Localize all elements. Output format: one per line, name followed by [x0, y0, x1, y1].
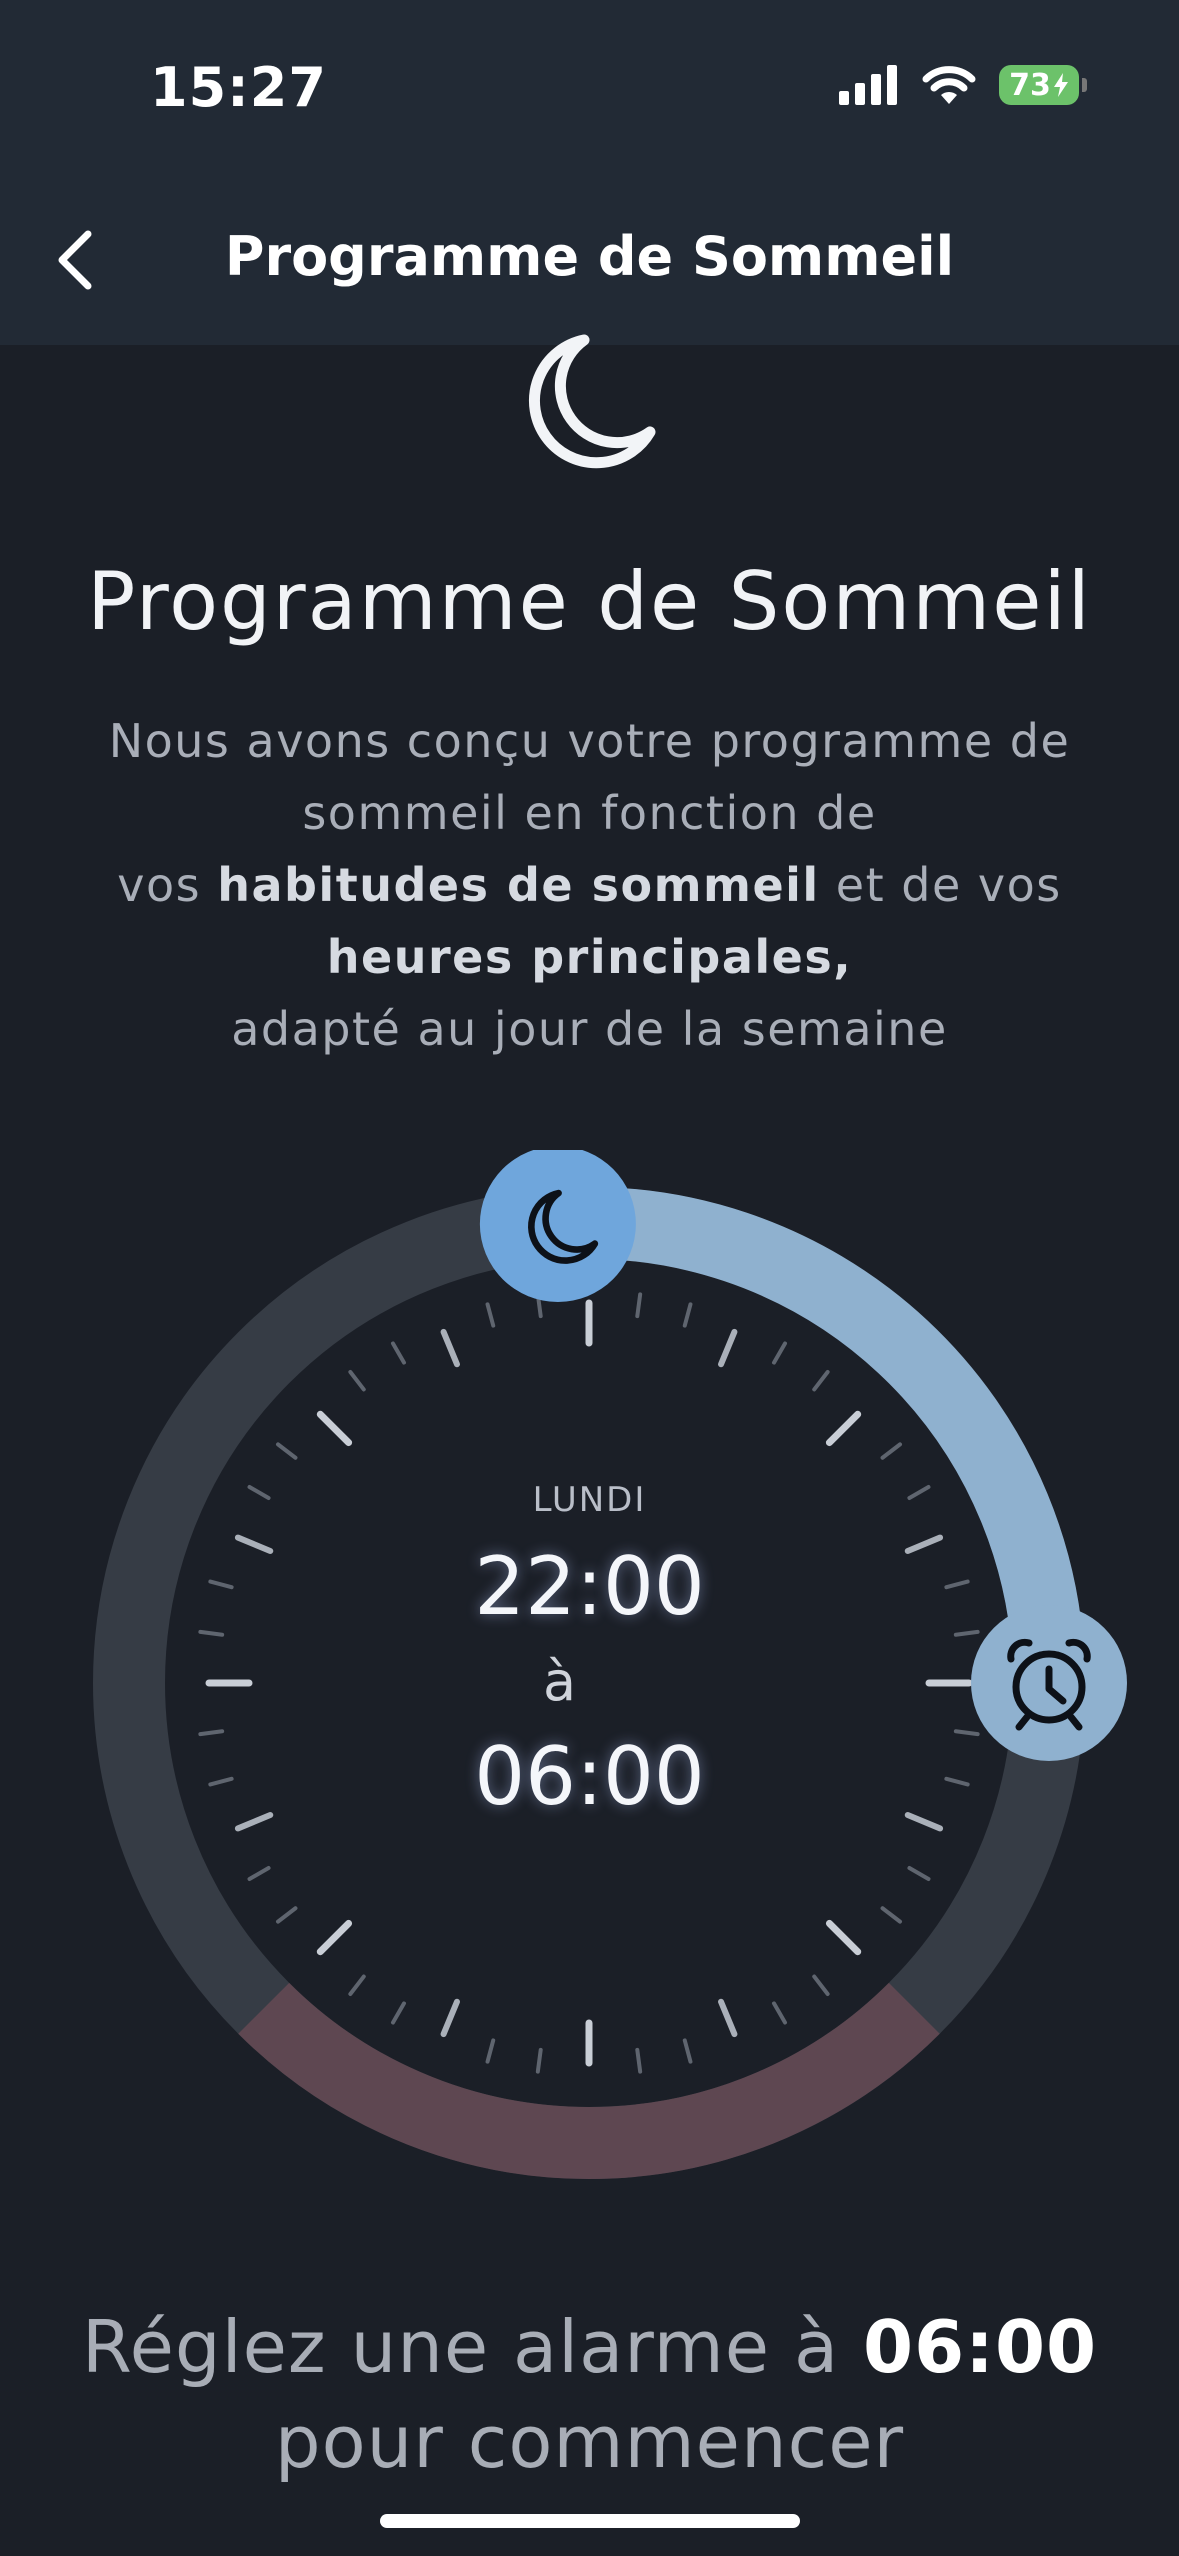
description-highlight: habitudes de sommeil — [217, 858, 820, 912]
dial-tick — [772, 1341, 787, 1365]
dial-tick — [718, 1328, 738, 1368]
time-separator: à — [542, 1650, 577, 1713]
dial-tick — [682, 2038, 693, 2064]
dial-tick — [635, 1292, 643, 1319]
dial-tick — [485, 1302, 496, 1328]
dial-tick — [825, 1410, 862, 1447]
alarm-instruction-text: Réglez une alarme à — [81, 2305, 863, 2389]
nav-title: Programme de Sommeil — [224, 225, 955, 288]
dial-tick — [635, 2047, 643, 2074]
description-text: et de vos — [819, 858, 1062, 912]
dial-tick — [718, 1998, 738, 2038]
screen: 15:27 73 Programme de Sommeil Programme … — [0, 0, 1179, 2556]
description-text: vos — [117, 858, 218, 912]
description-line: adapté au jour de la semaine — [231, 1002, 948, 1056]
day-label: LUNDI — [532, 1480, 647, 1520]
alarm-instruction: Réglez une alarme à 06:00 — [0, 2305, 1179, 2389]
dial-tick — [812, 1974, 830, 1996]
description-line: Nous avons conçu votre programme de — [108, 714, 1071, 768]
dial-tick — [812, 1370, 830, 1392]
top-bar: 15:27 73 Programme de Sommeil — [0, 0, 1179, 345]
dial-tick — [907, 1866, 931, 1881]
description-line: heures principales, — [60, 921, 1119, 993]
dial-tick — [348, 1370, 366, 1392]
dial-tick — [316, 1919, 353, 1956]
dial-tick — [772, 2001, 787, 2025]
dial-tick — [682, 1302, 693, 1328]
dial-tick — [276, 1442, 298, 1460]
bedtime-value: 22:00 — [474, 1540, 705, 1633]
battery-level: 73 — [1009, 67, 1051, 103]
dial-tick — [825, 1919, 862, 1956]
home-indicator[interactable] — [380, 2514, 800, 2528]
description-line: sommeil en fonction de — [302, 786, 877, 840]
dial-tick — [276, 1906, 298, 1924]
dial-tick — [440, 1328, 460, 1368]
wifi-icon — [922, 66, 976, 104]
dial-tick — [348, 1974, 366, 1996]
battery-tip — [1082, 78, 1087, 92]
description: Nous avons conçu votre programme de somm… — [60, 705, 1119, 1065]
dial-tick — [880, 1442, 902, 1460]
status-time: 15:27 — [150, 56, 327, 119]
wake-time-value: 06:00 — [474, 1730, 705, 1823]
moon-icon — [528, 334, 656, 469]
dial-tick — [535, 2047, 543, 2074]
dial-tick — [880, 1906, 902, 1924]
description-highlight: heures principales, — [326, 930, 853, 984]
dial-tick — [440, 1998, 460, 2038]
bolt-icon — [1053, 73, 1068, 97]
alarm-instruction-cont: pour commencer — [274, 2400, 905, 2484]
dial-tick — [485, 2038, 496, 2064]
cellular-signal-icon — [839, 65, 897, 105]
bedtime-handle-circle[interactable] — [479, 1150, 636, 1303]
description-line: vos habitudes de sommeil et de vos — [60, 849, 1119, 921]
page-heading: Programme de Sommeil — [87, 555, 1092, 648]
bedtime-handle[interactable] — [479, 1150, 636, 1303]
status-icons: 73 — [839, 64, 1087, 106]
dial-tick — [391, 1341, 406, 1365]
battery-indicator: 73 — [999, 65, 1087, 105]
dial-tick — [316, 1410, 353, 1447]
alarm-time: 06:00 — [862, 2305, 1098, 2389]
dial-tick — [391, 2001, 406, 2025]
dial-tick — [247, 1866, 271, 1881]
